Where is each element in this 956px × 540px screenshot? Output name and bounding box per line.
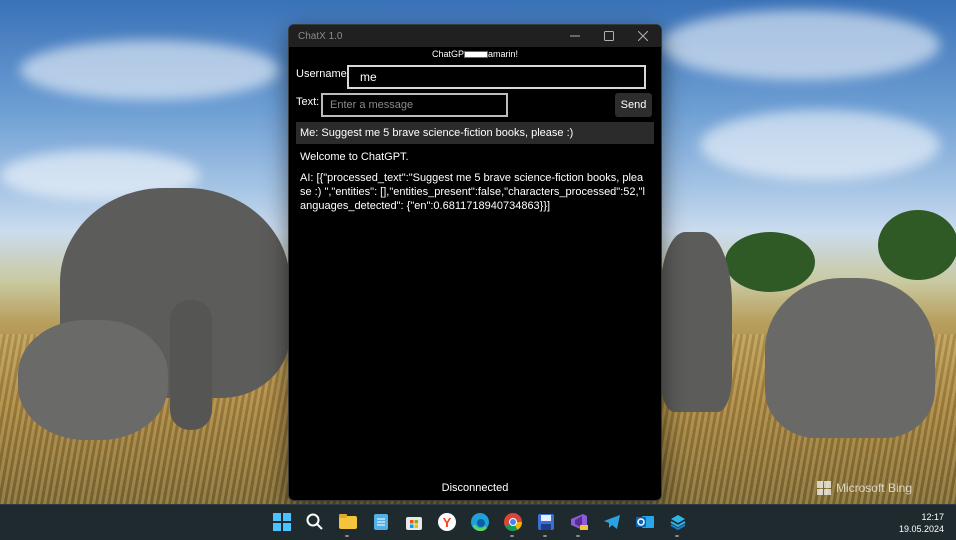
running-indicator xyxy=(576,535,580,537)
maximize-button[interactable] xyxy=(592,25,626,47)
outlook-icon[interactable] xyxy=(636,513,654,531)
taskbar: Y 12:17 19.05.2024 xyxy=(0,504,956,540)
welcome-banner: ChatGP amarin! xyxy=(289,49,661,59)
search-icon[interactable] xyxy=(306,513,324,531)
system-clock[interactable]: 12:17 19.05.2024 xyxy=(899,511,944,535)
running-indicator xyxy=(543,535,547,537)
welcome-message: Welcome to ChatGPT. xyxy=(300,151,409,163)
redaction-box xyxy=(464,51,488,59)
send-button[interactable]: Send xyxy=(615,93,652,117)
bing-watermark: Microsoft Bing xyxy=(816,481,912,495)
file-explorer-icon[interactable] xyxy=(339,513,357,531)
connection-status: Disconnected xyxy=(441,482,509,494)
ai-message: AI: [{"processed_text":"Suggest me 5 bra… xyxy=(300,172,645,212)
chatx-window: ChatX 1.0 ChatGP amarin! Username: me Tex… xyxy=(288,24,662,501)
layers-app-icon[interactable] xyxy=(669,513,687,531)
edge-icon[interactable] xyxy=(471,513,489,531)
windows-start-icon[interactable] xyxy=(273,513,291,531)
message-input[interactable]: Enter a message xyxy=(321,93,508,117)
text-label: Text: xyxy=(296,96,320,108)
telegram-icon[interactable] xyxy=(603,513,621,531)
username-label: Username: xyxy=(296,68,350,80)
close-button[interactable] xyxy=(626,25,660,47)
running-indicator xyxy=(675,535,679,537)
running-indicator xyxy=(510,535,514,537)
clock-time: 12:17 xyxy=(921,512,944,522)
visual-studio-preview-icon[interactable] xyxy=(570,513,588,531)
yandex-browser-icon[interactable]: Y xyxy=(438,513,456,531)
title-bar[interactable]: ChatX 1.0 xyxy=(289,25,661,47)
maximize-icon xyxy=(604,31,614,41)
close-icon xyxy=(638,31,648,41)
bing-logo-icon xyxy=(816,481,831,495)
svg-text:Y: Y xyxy=(443,515,452,530)
window-title: ChatX 1.0 xyxy=(298,30,343,42)
running-indicator xyxy=(345,535,349,537)
banner-text-right: amarin! xyxy=(488,49,519,59)
clock-date: 19.05.2024 xyxy=(898,524,944,534)
user-message: Me: Suggest me 5 brave science-fiction b… xyxy=(296,122,654,144)
banner-text-left: ChatGP xyxy=(431,49,464,59)
minimize-button[interactable] xyxy=(558,25,592,47)
save-app-icon[interactable] xyxy=(537,513,555,531)
chrome-icon[interactable] xyxy=(504,513,522,531)
bing-watermark-text: Microsoft Bing xyxy=(835,481,912,495)
microsoft-store-icon[interactable] xyxy=(405,513,423,531)
username-input[interactable]: me xyxy=(347,65,646,89)
notepad-icon[interactable] xyxy=(372,513,390,531)
minimize-icon xyxy=(570,35,580,37)
